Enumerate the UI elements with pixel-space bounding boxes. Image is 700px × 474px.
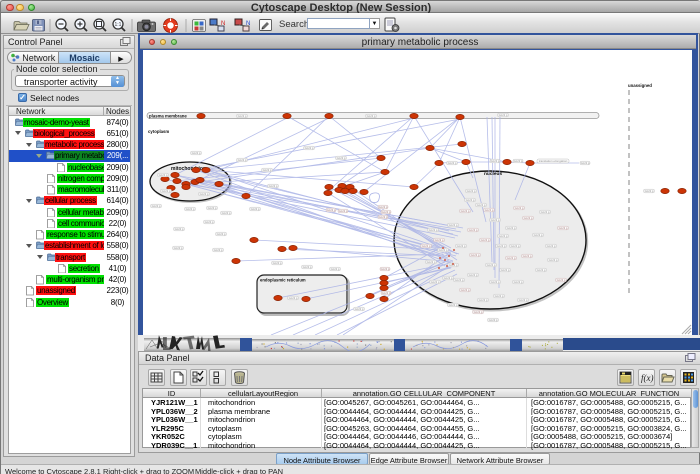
svg-text:Gcv3 p: Gcv3 p [382, 291, 391, 295]
svg-text:mitochondrion: mitochondrion [171, 166, 206, 172]
svg-text:Gcv3 p: Gcv3 p [491, 159, 500, 163]
svg-text:Gcv3 p: Gcv3 p [448, 161, 457, 165]
svg-text:Gcv3 p: Gcv3 p [449, 303, 458, 307]
svg-text:Gcv3 p: Gcv3 p [457, 244, 466, 248]
svg-text:Gcv3 p: Gcv3 p [487, 263, 496, 267]
svg-text:translation elongation: translation elongation [539, 159, 568, 163]
svg-text:Gcv3 p: Gcv3 p [449, 223, 458, 227]
svg-text:Gcv3 p: Gcv3 p [214, 248, 223, 252]
svg-text:Gcv3 p: Gcv3 p [331, 267, 340, 271]
svg-text:Gcv3 p: Gcv3 p [427, 260, 436, 264]
svg-text:Gcv3 p: Gcv3 p [422, 244, 431, 248]
svg-text:Gcv3 p: Gcv3 p [339, 209, 348, 213]
svg-text:Gcv3 p: Gcv3 p [557, 278, 566, 282]
svg-text:Gcv3 p: Gcv3 p [523, 254, 532, 258]
svg-text:Gcv3 p: Gcv3 p [491, 218, 500, 222]
svg-text:Gcv3 p: Gcv3 p [499, 234, 508, 238]
svg-text:Gcv3 p: Gcv3 p [469, 273, 478, 277]
svg-text:Gcv3 p: Gcv3 p [238, 114, 247, 118]
svg-text:Gcv3 p: Gcv3 p [511, 244, 520, 248]
svg-text:Gcv3 p: Gcv3 p [461, 209, 470, 213]
svg-text:Gcv3 p: Gcv3 p [469, 228, 478, 232]
svg-text:Gcv3 p: Gcv3 p [217, 232, 226, 236]
svg-text:Gcv3 p: Gcv3 p [327, 208, 336, 212]
svg-text:1:1: 1:1 [115, 22, 122, 28]
svg-text:Gcv3 p: Gcv3 p [379, 215, 388, 219]
svg-text:Gcv3 p: Gcv3 p [519, 298, 528, 302]
svg-text:Gcv3 p: Gcv3 p [549, 258, 558, 262]
svg-text:Gcv3 p: Gcv3 p [431, 280, 440, 284]
svg-text:plasma membrane: plasma membrane [149, 113, 187, 118]
svg-text:Gcv3 p: Gcv3 p [205, 220, 214, 224]
svg-text:Gcv3 p: Gcv3 p [208, 206, 217, 210]
svg-text:Gcv3 p: Gcv3 p [200, 192, 209, 196]
svg-text:Gcv3 p: Gcv3 p [507, 226, 516, 230]
svg-text:Gcv3 p: Gcv3 p [367, 114, 376, 118]
svg-text:Gcv3 p: Gcv3 p [269, 184, 278, 188]
svg-text:Gcv3 p: Gcv3 p [514, 159, 523, 163]
svg-text:Gcv3 p: Gcv3 p [467, 189, 476, 193]
svg-text:Gcv3 p: Gcv3 p [174, 246, 183, 250]
svg-text:f(x): f(x) [641, 373, 654, 383]
svg-text:Gcv3 p: Gcv3 p [479, 298, 488, 302]
svg-text:Gcv3 p: Gcv3 p [435, 238, 444, 242]
svg-text:Gcv3 p: Gcv3 p [537, 268, 546, 272]
svg-text:Gcv3 p: Gcv3 p [162, 189, 171, 193]
svg-text:Gcv3 p: Gcv3 p [495, 294, 504, 298]
svg-text:Gcv3 p: Gcv3 p [222, 211, 231, 215]
svg-text:Gcv3 p: Gcv3 p [192, 151, 201, 155]
svg-text:Gcv3 p: Gcv3 p [541, 210, 550, 214]
svg-text:Gcv3 p: Gcv3 p [559, 226, 568, 230]
svg-text:Gcv3 p: Gcv3 p [507, 256, 516, 260]
svg-text:N: N [246, 21, 250, 27]
svg-text:N: N [221, 21, 225, 27]
svg-text:Gcv3 p: Gcv3 p [474, 310, 483, 314]
svg-text:Gcv3 p: Gcv3 p [444, 276, 453, 280]
svg-text:Gcv3 p: Gcv3 p [159, 173, 168, 177]
svg-text:Gcv3 p: Gcv3 p [186, 207, 195, 211]
svg-text:Gcv3 p: Gcv3 p [514, 280, 523, 284]
svg-text:cytoplasm: cytoplasm [148, 129, 169, 134]
svg-text:Gcv3 p: Gcv3 p [382, 210, 391, 214]
svg-text:Gcv3 p: Gcv3 p [515, 206, 524, 210]
svg-text:Gcv3 p: Gcv3 p [238, 158, 247, 162]
svg-text:Gcv3 p: Gcv3 p [471, 253, 480, 257]
svg-text:Gcv3 p: Gcv3 p [455, 278, 464, 282]
svg-text:Gcv3 p: Gcv3 p [429, 228, 438, 232]
svg-text:Gcv3 p: Gcv3 p [251, 207, 260, 211]
svg-text:Gcv3 p: Gcv3 p [497, 244, 506, 248]
svg-text:Gcv3 p: Gcv3 p [355, 307, 364, 311]
svg-text:Gcv3 p: Gcv3 p [485, 208, 494, 212]
svg-text:Gcv3 p: Gcv3 p [489, 318, 498, 322]
svg-text:Gcv3 p: Gcv3 p [175, 227, 184, 231]
svg-text:Gcv3 p: Gcv3 p [152, 204, 161, 208]
svg-text:Gcv3 p: Gcv3 p [289, 296, 298, 300]
svg-text:Gcv3 p: Gcv3 p [466, 198, 475, 202]
svg-text:Gcv3 p: Gcv3 p [501, 268, 510, 272]
svg-text:unassigned: unassigned [628, 83, 652, 88]
svg-text:Gcv3 p: Gcv3 p [524, 216, 533, 220]
svg-text:Gcv3 p: Gcv3 p [581, 161, 590, 165]
svg-text:Gcv3 p: Gcv3 p [303, 265, 312, 269]
svg-text:Gcv3 p: Gcv3 p [481, 238, 490, 242]
svg-text:Gcv3 p: Gcv3 p [491, 280, 500, 284]
svg-text:Gcv3 p: Gcv3 p [477, 203, 486, 207]
svg-text:Gcv3 p: Gcv3 p [534, 233, 543, 237]
svg-text:Gcv3 p: Gcv3 p [499, 113, 508, 117]
svg-text:Gcv3 p: Gcv3 p [273, 261, 282, 265]
svg-text:Gcv3 p: Gcv3 p [305, 146, 314, 150]
svg-text:Gcv3 p: Gcv3 p [379, 205, 388, 209]
svg-text:Gcv3 p: Gcv3 p [461, 288, 470, 292]
svg-text:nucleus: nucleus [484, 171, 502, 177]
svg-text:Gcv3 p: Gcv3 p [263, 168, 272, 172]
svg-text:endoplasmic reticulum: endoplasmic reticulum [260, 278, 306, 283]
svg-text:Gcv3 p: Gcv3 p [547, 244, 556, 248]
svg-text:Gcv3 p: Gcv3 p [337, 156, 346, 160]
svg-text:Gcv3 p: Gcv3 p [381, 267, 390, 271]
svg-text:Gcv3 p: Gcv3 p [645, 189, 654, 193]
